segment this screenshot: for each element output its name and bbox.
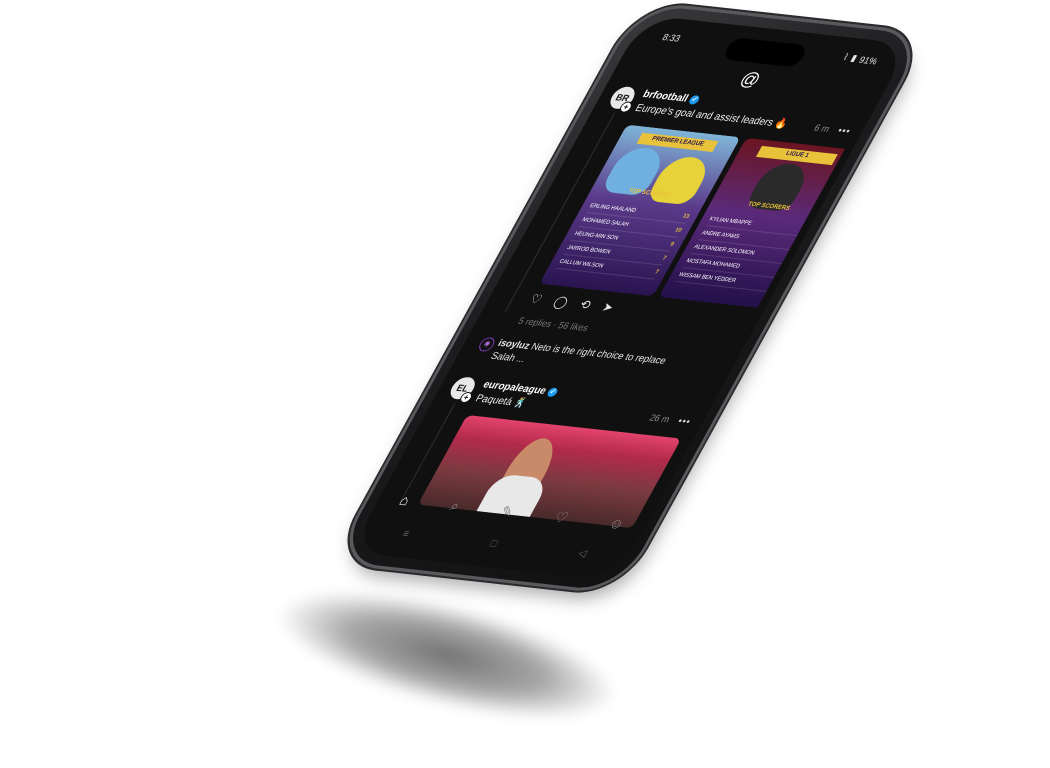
status-time: 8:33 xyxy=(660,31,683,44)
compose-icon[interactable]: ✎ xyxy=(497,502,518,520)
post-caption: Paquetá 🕺 xyxy=(473,393,529,410)
post-stats[interactable]: 5 replies · 56 likes xyxy=(516,316,590,334)
home-button-icon[interactable]: □ xyxy=(488,538,500,550)
like-icon[interactable]: ♡ xyxy=(527,292,545,307)
device-mockup: 8:33 ⌇ ▮ 91% @ BR + brfootball ✓ Europe's… xyxy=(0,0,1050,768)
verified-badge-icon: ✓ xyxy=(545,387,560,398)
heart-icon[interactable]: ♡ xyxy=(551,508,572,526)
post-meta: 26 m ••• xyxy=(648,412,694,426)
post-time: 6 m xyxy=(812,122,832,134)
avatar[interactable]: BR + xyxy=(606,85,639,114)
card-banner: LIGUE 1 xyxy=(755,145,838,166)
post-caption: Europe's goal and assist leaders 🔥 xyxy=(632,102,791,131)
follow-plus-icon[interactable]: + xyxy=(457,391,475,404)
search-icon[interactable]: ⌕ xyxy=(447,497,464,515)
verified-badge-icon: ✓ xyxy=(687,94,702,105)
profile-icon[interactable]: ☺ xyxy=(606,515,628,532)
more-options-icon[interactable]: ••• xyxy=(836,125,853,136)
status-right: ⌇ ▮ 91% xyxy=(841,52,881,67)
phone-frame: 8:33 ⌇ ▮ 91% @ BR + brfootball ✓ Europe's… xyxy=(334,3,926,593)
reply-text: isoyluz Neto is the right choice to repl… xyxy=(488,337,669,367)
home-icon[interactable]: ⌂ xyxy=(397,492,414,509)
threads-logo-icon[interactable]: @ xyxy=(735,68,765,90)
post-brfootball: BR + brfootball ✓ Europe's goal and assis… xyxy=(504,85,864,333)
post-actions: ♡ ◯ ⟲ ➤ xyxy=(527,292,617,315)
share-icon[interactable]: ➤ xyxy=(600,300,617,315)
post-time: 26 m xyxy=(647,412,673,425)
phone-screen: 8:33 ⌇ ▮ 91% @ BR + brfootball ✓ Europe's… xyxy=(349,14,911,582)
status-bar: 8:33 ⌇ ▮ 91% xyxy=(630,27,904,72)
card-table: KYLIAN MBAPPE 13 ANDRE AYAMS 8 ALEXANDER S… xyxy=(675,212,812,293)
repost-icon[interactable]: ⟲ xyxy=(577,297,594,312)
battery-level: 91% xyxy=(857,54,880,66)
recents-icon[interactable]: ≡ xyxy=(400,528,412,540)
reply-icon[interactable]: ◯ xyxy=(551,294,571,309)
image-carousel[interactable]: PREMIER LEAGUE TOP SCORERS ERLING HAALAN… xyxy=(539,124,845,308)
post-meta: 6 m ••• xyxy=(812,122,853,136)
back-icon[interactable]: ◁ xyxy=(576,547,589,559)
avatar[interactable]: EL + xyxy=(446,376,480,404)
reply-preview[interactable]: ◉ isoyluz Neto is the right choice to re… xyxy=(476,334,724,367)
follow-plus-icon[interactable]: + xyxy=(617,101,635,114)
more-options-icon[interactable]: ••• xyxy=(676,415,693,426)
card-table: ERLING HAALAND 13 MOHAMED SALAH 10 HEUNG-M… xyxy=(555,199,693,280)
